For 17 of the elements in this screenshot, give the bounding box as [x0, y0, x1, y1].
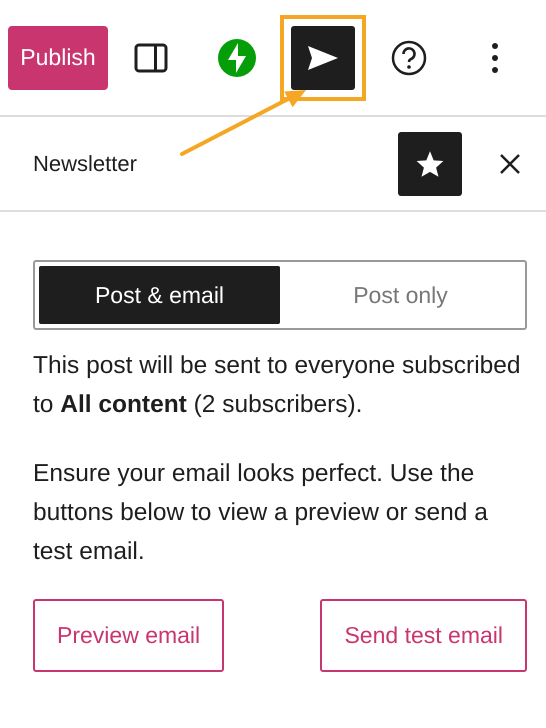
lightning-icon — [217, 38, 257, 78]
star-button[interactable] — [398, 132, 462, 196]
toggle-option[interactable]: Post only — [280, 266, 521, 324]
star-icon — [415, 150, 445, 178]
publish-button[interactable]: Publish — [8, 26, 108, 90]
toggle-option[interactable]: Post & email — [39, 266, 280, 324]
close-icon — [499, 152, 521, 174]
more-icon — [491, 42, 499, 74]
send-button[interactable] — [291, 26, 355, 90]
preview-email-button[interactable]: Preview email — [33, 599, 224, 672]
sidebar-icon — [134, 42, 168, 72]
send-test-email-button[interactable]: Send test email — [320, 599, 527, 672]
panel-title: Newsletter — [33, 150, 137, 178]
send-icon — [307, 44, 339, 70]
info-text: This post will be sent to everyone subscribed to All content (2 subscribers). — [33, 351, 522, 420]
help-icon — [391, 40, 427, 76]
info-text: Ensure your email looks perfect. Use the buttons below to view a preview or send a test email. — [33, 459, 489, 567]
